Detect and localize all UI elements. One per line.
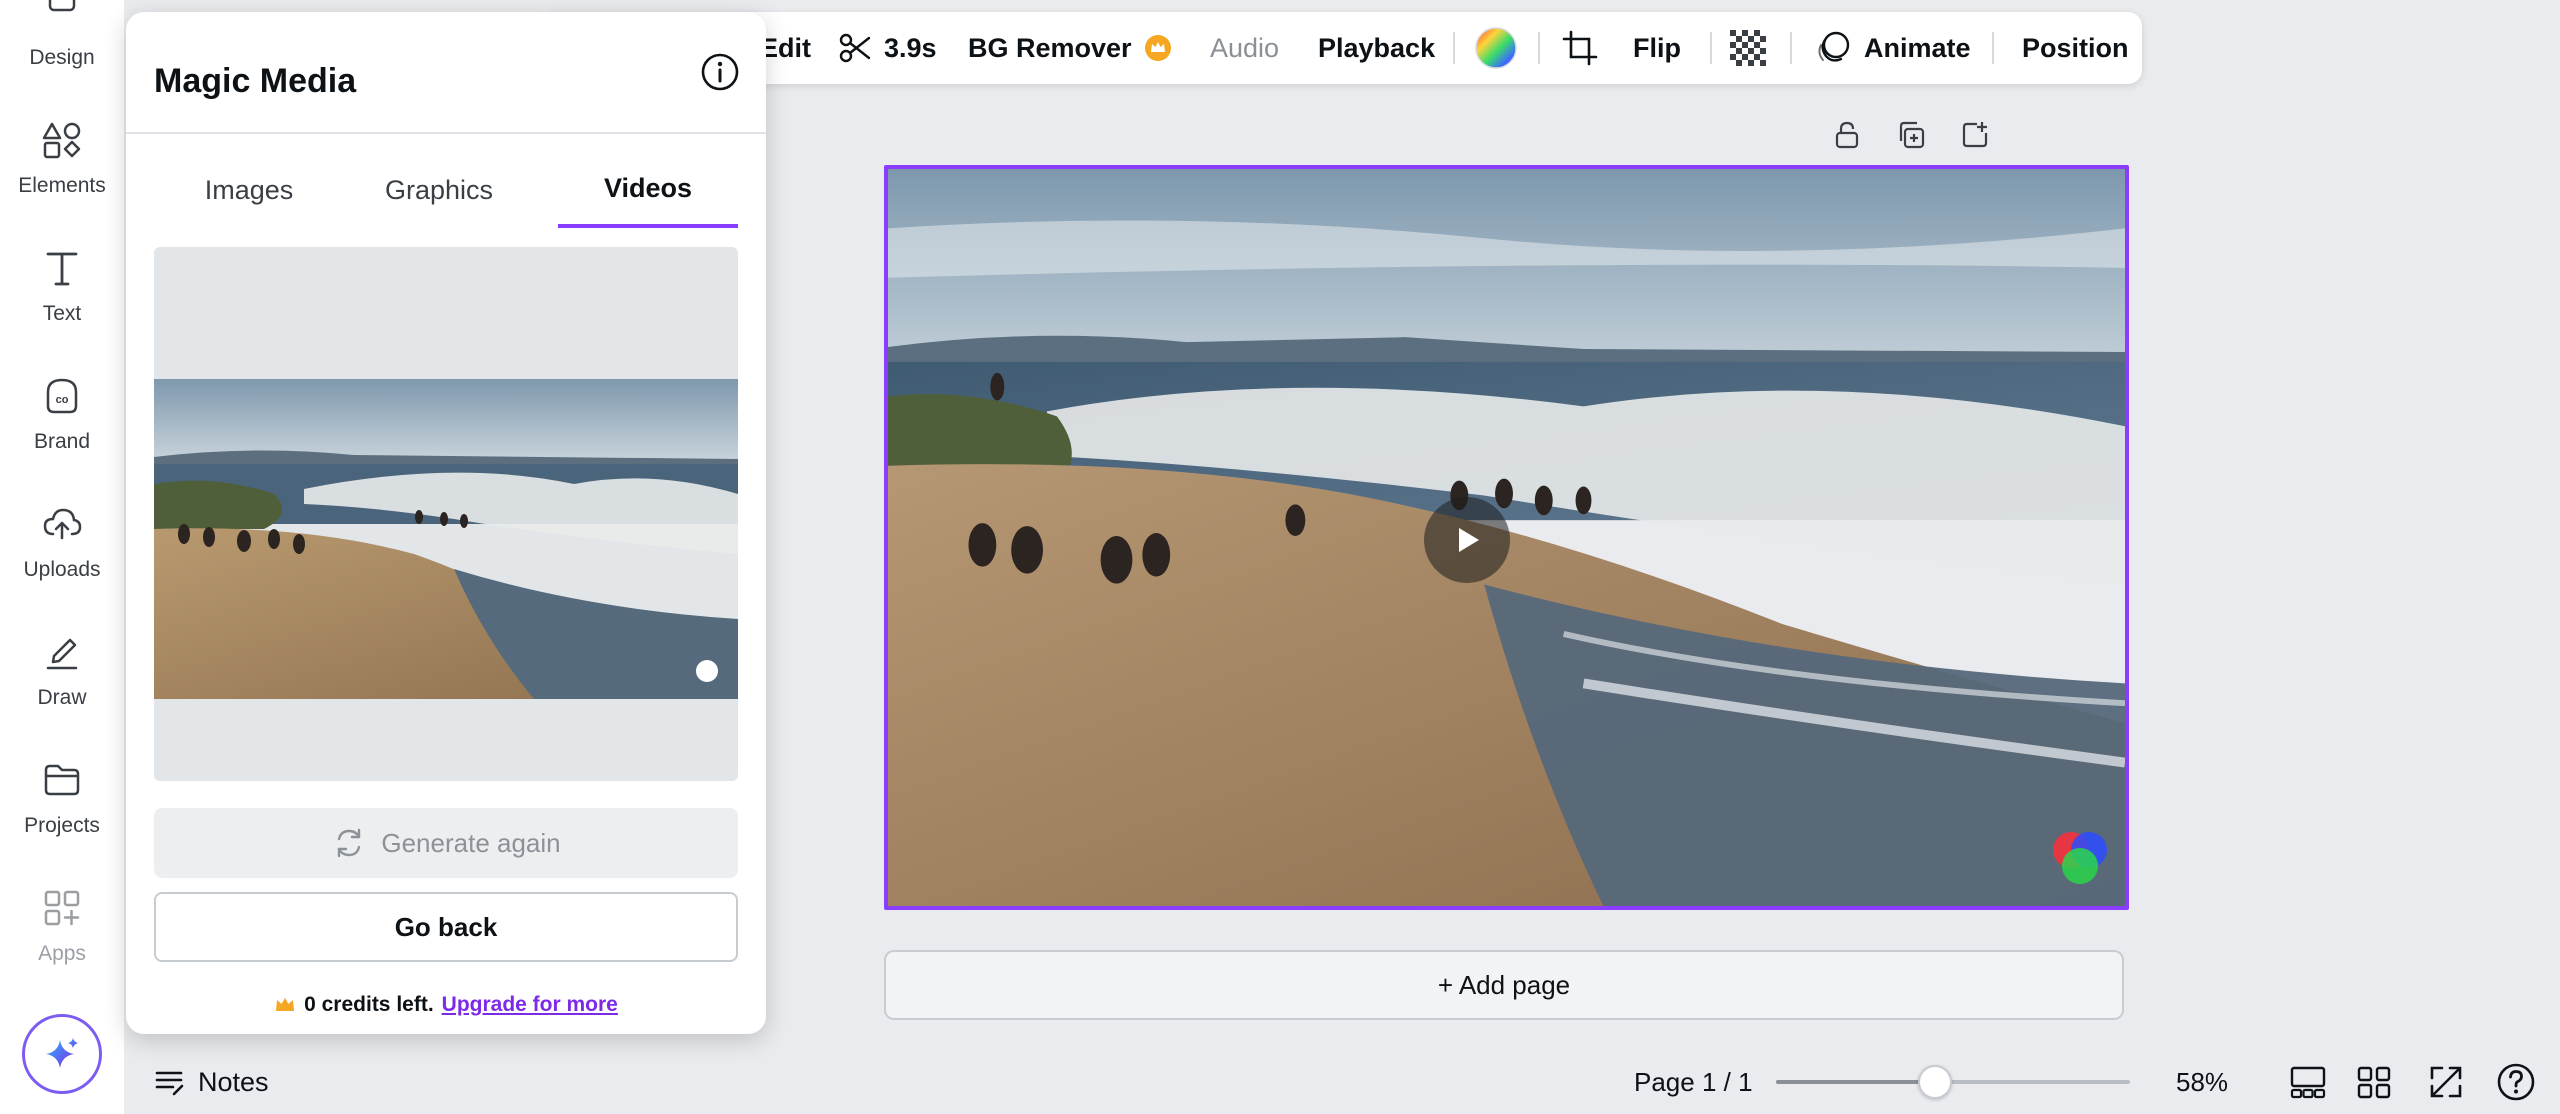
grid-view-icon [2357,1066,2391,1099]
info-button[interactable] [700,52,740,92]
notes-icon [155,1071,184,1096]
add-page-button[interactable]: + Add page [884,950,2124,1020]
duration-label: 3.9s [884,32,937,63]
grid-view-button[interactable] [2354,1062,2394,1102]
rail-label: Projects [24,814,100,837]
svg-text:co: co [56,394,69,406]
crop-button[interactable] [1562,12,1598,84]
rail-label: Text [42,302,82,325]
help-button[interactable] [2496,1062,2536,1102]
rail-label: Apps [38,942,86,965]
crown-icon [1144,35,1171,61]
panel-title: Magic Media [154,62,357,100]
beach-preview-thumbnail [154,379,738,699]
rail-label: Elements [18,174,106,197]
scissors-icon [839,33,871,63]
pages-view-icon [2290,1066,2326,1099]
page-counter[interactable]: Page 1 / 1 [1634,1050,1753,1114]
zoom-level[interactable]: 58% [2176,1050,2228,1114]
duplicate-page-button[interactable] [1890,114,1932,156]
color-blob-icon [2045,822,2115,892]
rail-item-elements[interactable]: Elements [0,88,124,198]
crop-icon [1562,30,1598,66]
uploads-icon [43,508,82,540]
rail-item-brand[interactable]: co Brand [0,344,124,454]
position-button[interactable]: Position [2022,12,2129,84]
rail-item-text[interactable]: Text [0,216,124,326]
magic-button[interactable] [22,1014,102,1094]
fullscreen-icon [2430,1066,2462,1098]
rail-item-draw[interactable]: Draw [0,600,124,710]
animate-button[interactable]: Animate [1816,12,1971,84]
audio-button[interactable]: Audio [1210,12,1279,84]
upgrade-link[interactable]: Upgrade for more [442,993,618,1017]
notes-label: Notes [198,1066,269,1097]
projects-icon [44,764,80,796]
animate-label: Animate [1864,32,1971,63]
text-icon [46,252,78,286]
draw-icon [46,638,78,670]
trim-button[interactable]: 3.9s [838,12,937,84]
brand-icon: co [46,378,78,414]
color-button[interactable] [1474,12,1518,84]
add-page-icon-button[interactable] [1954,114,1996,156]
toolbar-divider [1538,32,1540,64]
color-wheel-icon [1475,27,1517,69]
left-rail: Design Elements Text co Brand Uploads Dr… [0,0,124,1114]
bg-remover-label: BG Remover [968,32,1132,63]
toolbar-divider [1790,32,1792,64]
rail-item-projects[interactable]: Projects [0,728,124,838]
toolbar-divider [1453,32,1455,64]
design-icon [48,0,76,12]
crown-icon [276,998,295,1011]
zoom-slider-handle[interactable] [1918,1065,1953,1099]
rail-label: Draw [37,686,87,709]
credits-text: 0 credits left. [304,993,434,1016]
rail-label: Uploads [23,558,101,581]
pages-view-button[interactable] [2288,1062,2328,1102]
generate-again-button[interactable]: Generate again [154,808,738,878]
lock-icon [1835,121,1859,149]
rail-item-apps[interactable]: Apps [0,856,124,966]
toolbar-divider [1992,32,1994,64]
bg-remover-button[interactable]: BG Remover [968,12,1172,84]
tab-images[interactable]: Images [154,152,344,228]
rail-item-uploads[interactable]: Uploads [0,472,124,582]
refresh-icon [338,828,361,858]
play-button[interactable] [1424,497,1510,583]
tab-graphics[interactable]: Graphics [344,152,534,228]
credits-notice: 0 credits left. Upgrade for more [154,990,738,1020]
help-icon [2497,1063,2535,1101]
elements-icon [42,122,81,159]
add-page-icon [1962,122,1988,148]
element-toolbar: Edit 3.9s BG Remover Audio Playback Flip… [540,12,2142,84]
lock-page-button[interactable] [1826,114,1868,156]
animate-icon [1818,31,1850,62]
sparkle-icon [46,1038,78,1068]
flip-button[interactable]: Flip [1633,12,1681,84]
info-icon [701,53,739,91]
fullscreen-button[interactable] [2426,1062,2466,1102]
rail-label: Design [29,46,95,69]
rail-item-design[interactable]: Design [0,0,124,70]
edit-button[interactable]: Edit [760,12,811,84]
playback-button[interactable]: Playback [1318,12,1435,84]
zoom-slider[interactable] [1776,1080,2130,1084]
toolbar-divider [1710,32,1712,64]
magic-media-panel: Magic Media Images Graphics Videos Gener… [126,12,766,1034]
duplicate-icon [1899,121,1925,149]
transparency-button[interactable] [1730,12,1766,84]
panel-divider [126,132,766,134]
generate-again-label: Generate again [381,827,561,858]
play-icon [1459,528,1479,552]
transparency-icon [1730,30,1766,66]
notes-button[interactable]: Notes [154,1050,269,1114]
apps-icon [44,890,80,926]
go-back-button[interactable]: Go back [154,892,738,962]
generated-video-preview[interactable] [154,247,738,781]
zoom-slider-fill [1776,1080,1936,1084]
bottom-bar: Notes Page 1 / 1 58% [124,1050,2560,1114]
rail-label: Brand [33,430,91,453]
tab-videos[interactable]: Videos [558,152,738,228]
